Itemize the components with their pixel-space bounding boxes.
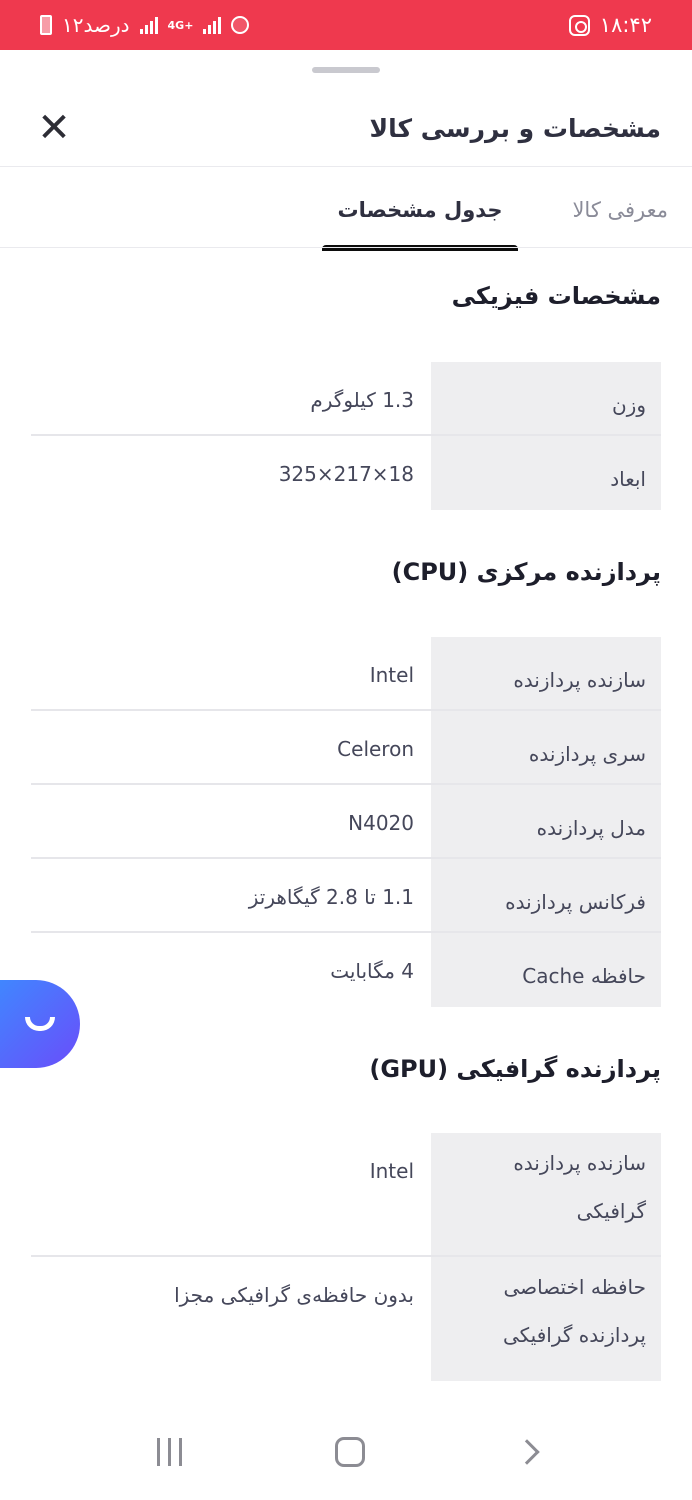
tab-bar: معرفی کالا جدول مشخصات: [0, 167, 692, 251]
tab-specs-table[interactable]: جدول مشخصات: [322, 167, 518, 251]
spec-value: 325×217×18: [278, 462, 414, 486]
status-time: ۱۸:۴۲: [599, 13, 652, 37]
spec-key: سازنده پردازنده گرافیکی: [431, 1133, 661, 1255]
spec-value: بدون حافظه‌ی گرافیکی مجزا: [174, 1283, 414, 1307]
table-row: فرکانس پردازنده 1.1 تا 2.8 گیگاهرتز: [31, 859, 661, 933]
spec-key: حافظه اختصاصی پردازنده گرافیکی: [431, 1257, 661, 1381]
tabs-divider: [0, 247, 692, 248]
spec-value: Celeron: [337, 737, 414, 761]
spec-value: Intel: [369, 1159, 414, 1183]
tab-label: معرفی کالا: [572, 198, 668, 222]
tab-product-intro[interactable]: معرفی کالا: [538, 167, 668, 249]
recents-icon: [156, 1438, 160, 1466]
spec-key: وزن: [431, 362, 661, 434]
section-title-physical: مشخصات فیزیکی: [451, 282, 661, 310]
spec-key: فرکانس پردازنده: [431, 859, 661, 931]
signal-icon-2: [203, 16, 222, 34]
spec-value: N4020: [348, 811, 414, 835]
tab-label: جدول مشخصات: [337, 198, 503, 222]
home-button[interactable]: [334, 1437, 365, 1467]
spec-value: Intel: [369, 663, 414, 687]
table-row: حافظه Cache 4 مگابایت: [31, 933, 661, 1007]
status-bar: ۱۲درصد 4G+ ۱۸:۴۲: [0, 0, 692, 50]
status-bar-left: ۱۲درصد 4G+: [40, 13, 250, 37]
close-icon: ✕: [37, 105, 71, 151]
spec-table-cpu: سازنده پردازنده Intel سری پردازنده Celer…: [31, 637, 661, 1007]
signal-icon: [139, 16, 158, 34]
spec-key: مدل پردازنده: [431, 785, 661, 857]
spec-value: 1.3 کیلوگرم: [310, 388, 414, 412]
spec-key: سازنده پردازنده: [431, 637, 661, 709]
status-bar-right: ۱۸:۴۲: [568, 13, 652, 37]
table-row: سازنده پردازنده Intel: [31, 637, 661, 711]
back-button[interactable]: [513, 1439, 540, 1465]
table-row: سری پردازنده Celeron: [31, 711, 661, 785]
battery-icon: [40, 15, 52, 35]
table-row: مدل پردازنده N4020: [31, 785, 661, 859]
section-title-gpu: پردازنده گرافیکی (GPU): [369, 1055, 661, 1083]
section-title-cpu: پردازنده مرکزی (CPU): [391, 558, 661, 586]
spec-key: سری پردازنده: [431, 711, 661, 783]
sheet-drag-handle[interactable]: [312, 67, 380, 73]
spec-table-gpu: سازنده پردازنده گرافیکی Intel حافظه اختص…: [31, 1133, 661, 1381]
sheet-title: مشخصات و بررسی کالا: [369, 113, 661, 143]
spec-table-physical: وزن 1.3 کیلوگرم ابعاد 325×217×18: [31, 362, 661, 510]
active-tab-indicator: [322, 245, 518, 251]
spec-value: 1.1 تا 2.8 گیگاهرتز: [248, 885, 414, 909]
alarm-icon: [231, 16, 250, 34]
battery-label: ۱۲درصد: [62, 13, 130, 37]
smile-icon: [25, 1017, 55, 1031]
system-navigation-bar: [0, 1404, 692, 1500]
table-row: حافظه اختصاصی پردازنده گرافیکی بدون حافظ…: [31, 1257, 661, 1381]
table-row: سازنده پردازنده گرافیکی Intel: [31, 1133, 661, 1257]
spec-key: حافظه Cache: [431, 933, 661, 1007]
table-row: ابعاد 325×217×18: [31, 436, 661, 510]
close-button[interactable]: ✕: [34, 108, 74, 148]
network-type-label: 4G+: [167, 18, 194, 32]
recents-button[interactable]: [156, 1438, 182, 1466]
bottom-sheet: مشخصات و بررسی کالا ✕ معرفی کالا جدول مش…: [0, 50, 692, 1500]
spec-value: 4 مگابایت: [330, 959, 414, 983]
spec-key: ابعاد: [431, 436, 661, 510]
instagram-icon: [568, 14, 590, 36]
table-row: وزن 1.3 کیلوگرم: [31, 362, 661, 436]
sheet-header: مشخصات و بررسی کالا ✕: [0, 90, 692, 166]
